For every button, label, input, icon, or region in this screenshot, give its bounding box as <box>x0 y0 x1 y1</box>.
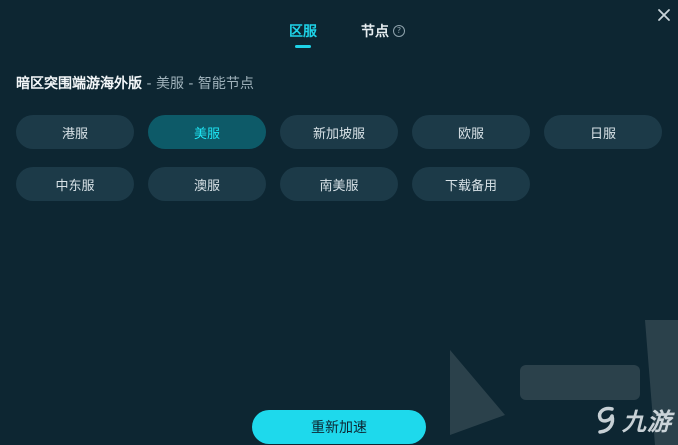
active-tab-indicator <box>295 45 311 48</box>
selected-node-text: 智能节点 <box>197 76 254 92</box>
watermark-text: 九游 <box>622 408 672 436</box>
nine-game-logo-icon <box>597 406 615 434</box>
region-select-dialog: 区服 节点 ? 暗区突围端游海外版 - 美服 - 智能节点 港服 美服 新加坡服… <box>0 0 678 445</box>
tab-region-label: 区服 <box>289 24 317 40</box>
close-button[interactable] <box>656 7 672 23</box>
region-button-eu[interactable]: 欧服 <box>412 115 530 149</box>
watermark: 九游 <box>594 402 672 437</box>
tab-node-label: 节点 <box>361 24 389 40</box>
region-button-au[interactable]: 澳服 <box>148 167 266 201</box>
region-button-jp[interactable]: 日服 <box>544 115 662 149</box>
tab-bar: 区服 节点 ? <box>0 18 678 52</box>
region-button-sa[interactable]: 南美服 <box>280 167 398 201</box>
region-button-us[interactable]: 美服 <box>148 115 266 149</box>
region-button-sg[interactable]: 新加坡服 <box>280 115 398 149</box>
separator: - <box>142 76 156 92</box>
game-name: 暗区突围端游海外版 <box>16 76 142 92</box>
question-circle-icon[interactable]: ? <box>393 25 405 37</box>
current-selection: 暗区突围端游海外版 - 美服 - 智能节点 <box>16 73 254 93</box>
tab-node[interactable]: 节点 ? <box>361 21 405 41</box>
separator: - <box>183 76 198 92</box>
tab-region[interactable]: 区服 <box>289 21 317 41</box>
close-icon <box>658 9 670 21</box>
selected-region-text: 美服 <box>155 76 184 92</box>
reaccelerate-button[interactable]: 重新加速 <box>252 410 426 444</box>
region-button-hk[interactable]: 港服 <box>16 115 134 149</box>
region-button-download-backup[interactable]: 下载备用 <box>412 167 530 201</box>
region-button-me[interactable]: 中东服 <box>16 167 134 201</box>
